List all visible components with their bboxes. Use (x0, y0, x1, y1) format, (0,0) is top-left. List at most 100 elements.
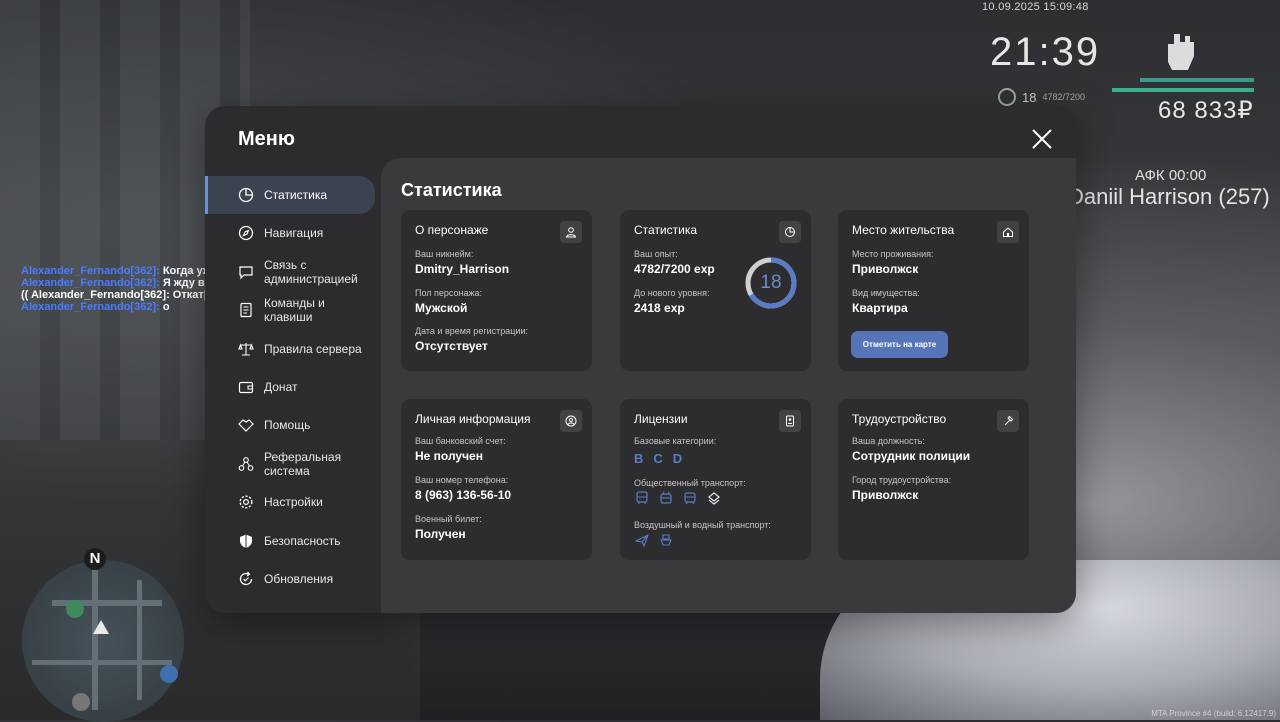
compass-icon (238, 225, 254, 241)
card-statistics: Статистика Ваш опыт: 4782/7200 exp До но… (620, 210, 811, 371)
exp-label: Ваш опыт: (634, 249, 678, 259)
nav-label: Безопасность (264, 533, 341, 548)
residence-label: Место проживания: (852, 249, 934, 259)
handshake-icon (238, 417, 254, 433)
armor-bar (1112, 88, 1254, 92)
residence-value: Приволжск (852, 262, 919, 276)
tram-icon (682, 490, 698, 506)
hud-exp: 4782/7200 (1042, 92, 1086, 102)
map-blip-icon (66, 600, 84, 618)
nav-label: Реферальная система (264, 449, 342, 478)
content-title: Статистика (401, 180, 502, 200)
card-character: О персонаже Ваш никнейм: Dmitry_Harrison… (401, 210, 592, 371)
shield-icon (238, 533, 254, 549)
military-value: Получен (415, 527, 466, 541)
nav-label: Правила сервера (264, 341, 362, 356)
phone-value: 8 (963) 136-56-10 (415, 488, 512, 502)
home-icon (997, 221, 1019, 243)
user-circle-icon (560, 410, 582, 432)
nav-item-security[interactable]: Безопасность (205, 522, 381, 560)
nav-item-navigation[interactable]: Навигация (205, 214, 381, 252)
gender-label: Пол персонажа: (415, 288, 483, 298)
menu-window: Меню Статистика Навигация Связь с админи… (205, 106, 1076, 613)
nav-item-help[interactable]: Помощь (205, 406, 381, 444)
player-arrow-icon (93, 620, 109, 634)
nav-item-statistics[interactable]: Статистика (205, 176, 375, 214)
gear-icon (238, 494, 254, 510)
air-water-transport-label: Воздушный и водный транспорт: (634, 520, 771, 530)
taxi-icon (706, 490, 722, 506)
menu-title: Меню (238, 128, 295, 150)
nav-item-settings[interactable]: Настройки (205, 483, 381, 521)
base-categories-label: Базовые категории: (634, 436, 717, 446)
airplane-icon (634, 532, 650, 548)
bus-icon (634, 490, 650, 506)
license-category: C (653, 451, 663, 466)
nav-label: Навигация (264, 226, 324, 241)
minimap-road (32, 660, 172, 665)
card-employment: Трудоустройство Ваша должность: Сотрудни… (838, 399, 1029, 560)
level-progress-ring: 18 (744, 256, 798, 310)
chat-message: о (162, 301, 170, 313)
sidebar: Статистика Навигация Связь с администрац… (205, 176, 381, 598)
hud-datetime: 10.09.2025 15:09:48 (982, 1, 1089, 13)
gender-value: Мужской (415, 301, 468, 315)
mark-on-map-button[interactable]: Отметить на карте (851, 331, 948, 358)
nav-item-rules[interactable]: Правила сервера (205, 330, 381, 368)
user-icon (560, 221, 582, 243)
nav-label: Статистика (264, 188, 328, 202)
public-transport-label: Общественный транспорт: (634, 478, 746, 488)
boat-icon (658, 532, 674, 548)
map-blip-icon (160, 665, 178, 683)
card-licenses: Лицензии Базовые категории: B C D Общест… (620, 399, 811, 560)
nav-label: Связь с администрацией (264, 257, 358, 286)
card-title: Личная информация (415, 412, 531, 426)
minimap-road (137, 580, 142, 700)
hud-clock: 21:39 (990, 30, 1101, 74)
minimap (22, 560, 184, 722)
bank-label: Ваш банковский счет: (415, 436, 506, 446)
nav-label: Команды и клавиши (264, 296, 325, 325)
work-city-value: Приволжск (852, 488, 919, 502)
card-personal-info: Личная информация Ваш банковский счет: Н… (401, 399, 592, 560)
nickname-value: Dmitry_Harrison (415, 262, 510, 276)
hud-money: 68 833₽ (1158, 97, 1254, 124)
nav-item-admin-contact[interactable]: Связь с администрацией (205, 253, 381, 291)
position-label: Ваша должность: (852, 436, 925, 446)
player-nametag: Daniil Harrison (257) (1068, 184, 1270, 209)
chat-author: Alexander_Fernando[362]: (21, 265, 160, 277)
license-category: B (634, 451, 644, 466)
nav-item-updates[interactable]: Обновления (205, 560, 381, 598)
license-categories: B C D (634, 451, 682, 466)
minimap-north-marker: N (84, 548, 106, 570)
nav-item-commands[interactable]: Команды и клавиши (205, 291, 381, 329)
level-ring-icon (998, 88, 1016, 106)
public-transport-icons (634, 490, 722, 506)
nickname-label: Ваш никнейм: (415, 249, 474, 259)
registration-label: Дата и время регистрации: (415, 326, 528, 336)
refresh-icon (238, 571, 254, 587)
nav-item-referral[interactable]: Реферальная система (205, 445, 381, 483)
hammer-icon (997, 410, 1019, 432)
close-button[interactable] (1031, 128, 1053, 150)
pie-chart-icon (779, 221, 801, 243)
phone-label: Ваш номер телефона: (415, 475, 509, 485)
nav-label: Обновления (264, 571, 334, 586)
chat-author: Alexander_Fernando[362]: (21, 301, 160, 313)
content-panel: Статистика О персонаже Ваш никнейм: Dmit… (381, 158, 1076, 613)
scales-icon (238, 341, 254, 357)
nav-item-donate[interactable]: Донат (205, 368, 381, 406)
card-title: Статистика (634, 223, 698, 237)
exp-value: 4782/7200 exp (634, 262, 715, 276)
nav-label: Помощь (264, 418, 311, 433)
minimap-road (92, 570, 98, 710)
registration-value: Отсутствует (415, 339, 488, 353)
level-number: 18 (760, 272, 782, 293)
military-label: Военный билет: (415, 514, 482, 524)
document-icon (238, 302, 254, 318)
build-info: MTA Province #4 (build: 6.12417.9) (1151, 709, 1276, 718)
chat-author: Alexander_Fernando[362]: (21, 277, 160, 289)
health-bar (1140, 78, 1254, 82)
card-title: О персонаже (415, 223, 489, 237)
bank-value: Не получен (415, 449, 483, 463)
